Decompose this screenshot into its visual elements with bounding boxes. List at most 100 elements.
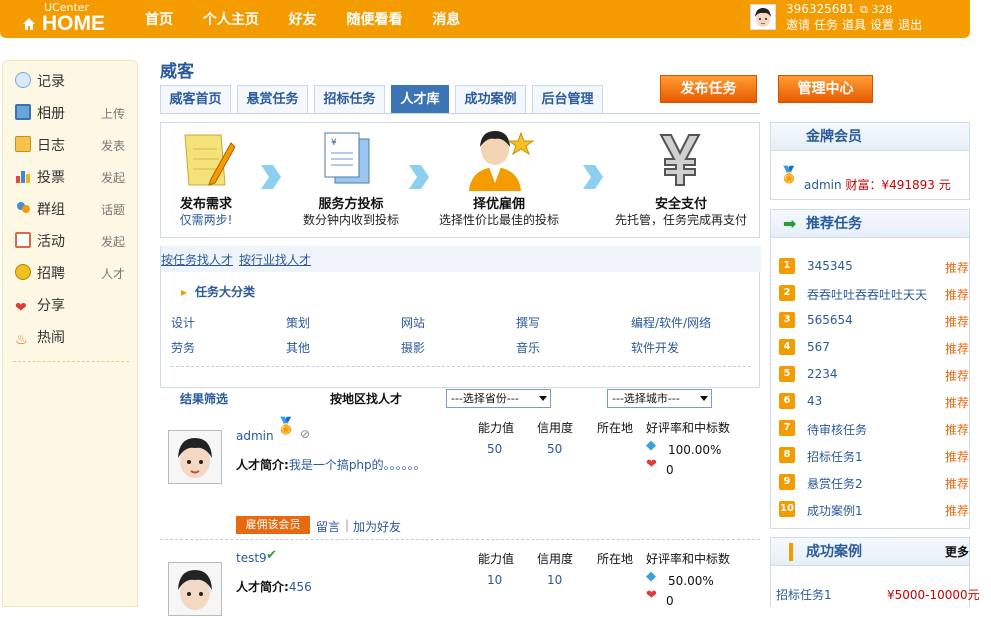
link-invite[interactable]: 邀请	[786, 18, 810, 32]
recommended-task-name[interactable]: 吞吞吐吐吞吞吐吐天天	[807, 286, 927, 303]
recommended-item[interactable]: 8 招标任务1 推荐	[779, 447, 969, 465]
talent-avatar[interactable]	[168, 562, 222, 616]
tab-witkey-home[interactable]: 威客首页	[160, 85, 231, 113]
manage-center-button[interactable]: 管理中心	[778, 75, 873, 103]
sidebar-item-record[interactable]: 记录	[15, 71, 135, 91]
sidebar-item-blog[interactable]: 日志 发表	[15, 135, 135, 155]
tab-reward-tasks[interactable]: 悬赏任务	[237, 85, 308, 113]
link-logout[interactable]: 退出	[898, 18, 922, 32]
coin-icon: ⧉	[860, 3, 872, 16]
talent-avatar[interactable]	[168, 430, 222, 484]
category-link[interactable]: 设计	[171, 314, 195, 331]
wins-value: 0	[666, 463, 674, 477]
category-link[interactable]: 策划	[286, 314, 310, 331]
recommend-tag[interactable]: 推荐	[945, 394, 969, 411]
recommended-task-name[interactable]: 345345	[807, 259, 853, 273]
sidebar-item-label: 分享	[37, 298, 65, 314]
recommend-tag[interactable]: 推荐	[945, 286, 969, 303]
recommended-item[interactable]: 4 567 推荐	[779, 339, 969, 357]
recommended-item[interactable]: 5 2234 推荐	[779, 366, 969, 384]
nav-friends[interactable]: 好友	[289, 12, 317, 28]
sidebar-item-event[interactable]: 活动 发起	[15, 231, 135, 251]
category-panel: 按任务找人才 按行业找人才 ▸ 任务大分类 设计 策划 网站 撰写 编程/软件/网…	[160, 246, 761, 388]
leave-message-link[interactable]: 留言	[316, 518, 340, 535]
sidebar-sub-start[interactable]: 发起	[101, 169, 125, 186]
recommend-tag[interactable]: 推荐	[945, 367, 969, 384]
user-id[interactable]: 396325681	[786, 2, 855, 16]
more-link[interactable]: 更多	[945, 538, 969, 566]
province-select[interactable]: ---选择省份---	[446, 389, 551, 408]
recommended-item[interactable]: 6 43 推荐	[779, 393, 969, 411]
tab-find-by-industry[interactable]: 按行业找人才	[239, 251, 311, 268]
tab-admin[interactable]: 后台管理	[532, 85, 603, 113]
tab-talent-pool[interactable]: 人才库	[391, 85, 449, 113]
nav-explore[interactable]: 随便看看	[346, 12, 402, 28]
recommend-tag[interactable]: 推荐	[945, 313, 969, 330]
category-link[interactable]: 撰写	[516, 314, 540, 331]
recommended-item[interactable]: 10 成功案例1 推荐	[779, 501, 969, 519]
tab-bid-tasks[interactable]: 招标任务	[314, 85, 385, 113]
sidebar-sub-start[interactable]: 发起	[101, 233, 125, 250]
recommend-tag[interactable]: 推荐	[945, 448, 969, 465]
recommended-item[interactable]: 2 吞吞吐吐吞吞吐吐天天 推荐	[779, 285, 969, 303]
link-settings[interactable]: 设置	[870, 18, 894, 32]
recommend-tag[interactable]: 推荐	[945, 259, 969, 276]
city-select[interactable]: ---选择城市---	[607, 389, 712, 408]
category-link[interactable]: 网站	[401, 314, 425, 331]
talent-name[interactable]: test9	[236, 551, 267, 565]
sidebar-sub-talent[interactable]: 人才	[101, 265, 125, 282]
recommended-task-name[interactable]: 567	[807, 340, 830, 354]
recommended-task-name[interactable]: 招标任务1	[807, 448, 863, 465]
recommended-task-name[interactable]: 565654	[807, 313, 853, 327]
recommended-task-name[interactable]: 悬赏任务2	[807, 475, 863, 492]
sidebar-sub-upload[interactable]: 上传	[101, 105, 125, 122]
credit-count: ⧉ 328	[860, 3, 892, 17]
recommended-task-name[interactable]: 成功案例1	[807, 502, 863, 519]
top-nav: 首页 个人主页 好友 随便看看 消息	[145, 9, 486, 29]
arrow-right-icon: ➡	[783, 214, 797, 233]
sidebar-sub-topic[interactable]: 话题	[101, 201, 125, 218]
recommend-tag[interactable]: 推荐	[945, 340, 969, 357]
recommended-task-name[interactable]: 43	[807, 394, 822, 408]
nav-messages[interactable]: 消息	[432, 12, 460, 28]
sidebar-item-album[interactable]: 相册 上传	[15, 103, 135, 123]
sidebar-item-group[interactable]: 群组 话题	[15, 199, 135, 219]
category-link[interactable]: 编程/软件/网络	[631, 314, 711, 331]
recommended-task-name[interactable]: 2234	[807, 367, 838, 381]
recommended-item[interactable]: 3 565654 推荐	[779, 312, 969, 330]
recommended-item[interactable]: 7 待审核任务 推荐	[779, 420, 969, 438]
nav-profile[interactable]: 个人主页	[203, 12, 259, 28]
recommend-tag[interactable]: 推荐	[945, 421, 969, 438]
gold-member-name[interactable]: admin	[804, 178, 842, 192]
add-friend-link[interactable]: 加为好友	[353, 518, 401, 535]
category-link[interactable]: 劳务	[171, 339, 195, 356]
tab-find-by-task[interactable]: 按任务找人才	[161, 251, 233, 268]
link-items[interactable]: 道具	[842, 18, 866, 32]
step-title: 服务方投标	[318, 197, 384, 212]
category-link[interactable]: 其他	[286, 339, 310, 356]
publish-task-button[interactable]: 发布任务	[660, 75, 757, 103]
tab-success-cases[interactable]: 成功案例	[455, 85, 526, 113]
sidebar-item-hot[interactable]: ♨ 热闹	[15, 327, 135, 348]
category-link[interactable]: 音乐	[516, 339, 540, 356]
recommend-tag[interactable]: 推荐	[945, 502, 969, 519]
category-link[interactable]: 软件开发	[631, 339, 679, 356]
recommended-task-name[interactable]: 待审核任务	[807, 421, 867, 438]
province-value: ---选择省份---	[451, 392, 519, 405]
recommend-tag[interactable]: 推荐	[945, 475, 969, 492]
recommended-item[interactable]: 9 悬赏任务2 推荐	[779, 474, 969, 492]
link-tasks[interactable]: 任务	[814, 18, 838, 32]
sidebar-item-share[interactable]: ❤ 分享	[15, 295, 135, 316]
talent-name[interactable]: admin	[236, 429, 274, 443]
step-title: 择优雇佣	[472, 197, 525, 212]
avatar[interactable]	[750, 4, 776, 30]
recommended-item[interactable]: 1 345345 推荐	[779, 258, 969, 276]
nav-home[interactable]: 首页	[145, 12, 173, 28]
sidebar-item-poll[interactable]: 投票 发起	[15, 167, 135, 187]
home-logo[interactable]: UCenter HOME	[22, 2, 105, 34]
hire-member-button[interactable]: 雇佣该会员	[236, 516, 310, 534]
sidebar-item-recruit[interactable]: 招聘 人才	[15, 263, 135, 283]
category-link[interactable]: 摄影	[401, 339, 425, 356]
sidebar-sub-post[interactable]: 发表	[101, 137, 125, 154]
case-name[interactable]: 招标任务1	[776, 586, 832, 603]
